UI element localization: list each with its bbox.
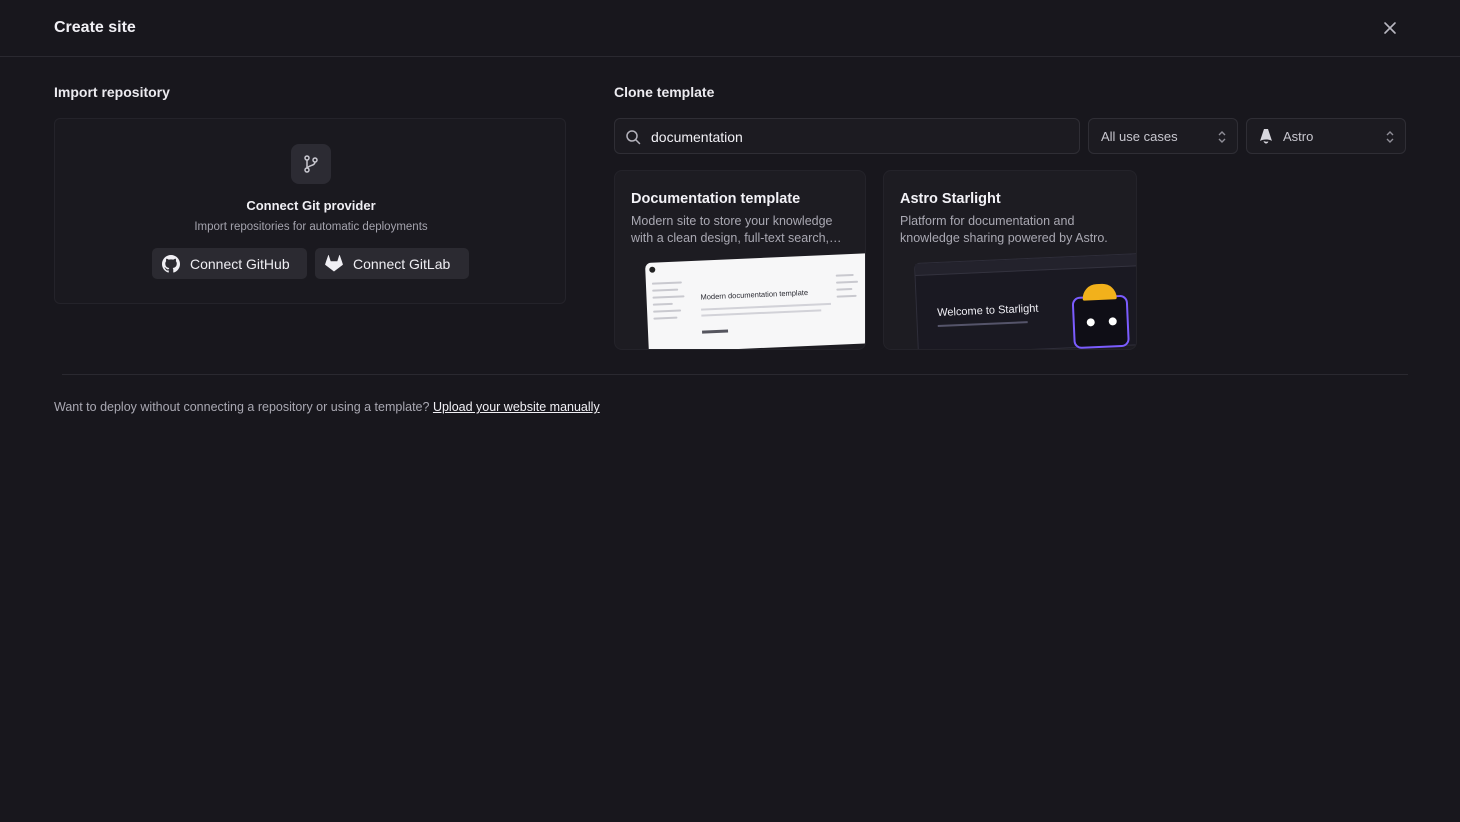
template-preview-image: Modern documentation template — [645, 253, 865, 349]
modal-header: Create site — [0, 0, 1460, 57]
import-section-title: Import repository — [54, 84, 170, 100]
clone-section-title: Clone template — [614, 84, 715, 100]
template-card-title: Astro Starlight — [900, 191, 1001, 207]
use-case-select-value: All use cases — [1101, 129, 1178, 144]
template-card-title: Documentation template — [631, 191, 801, 207]
manual-upload-text: Want to deploy without connecting a repo… — [54, 400, 430, 414]
git-branch-icon — [304, 155, 318, 173]
astro-icon — [1260, 129, 1272, 144]
template-card-description: Platform for documentation and knowledge… — [900, 214, 1108, 245]
connect-gitlab-label: Connect GitLab — [353, 255, 451, 272]
template-preview-image: Welcome to Starlight — [914, 252, 1136, 349]
template-card-documentation[interactable]: Documentation template Modern site to st… — [614, 170, 866, 350]
framework-select[interactable]: Astro — [1246, 118, 1406, 154]
section-divider — [62, 374, 1408, 375]
template-card-astro-starlight[interactable]: Astro Starlight Platform for documentati… — [883, 170, 1137, 350]
framework-select-value: Astro — [1283, 129, 1314, 144]
chevron-up-down-icon — [1386, 131, 1394, 143]
modal-title: Create site — [54, 19, 136, 36]
gitlab-icon — [325, 254, 343, 271]
template-search-box — [614, 118, 1080, 154]
git-branch-icon-box — [291, 144, 331, 184]
template-card-description: Modern site to store your knowledge with… — [631, 214, 842, 245]
chevron-up-down-icon — [1218, 131, 1226, 143]
close-button[interactable] — [1378, 16, 1402, 40]
connect-gitlab-button[interactable]: Connect GitLab — [315, 248, 469, 279]
github-icon — [162, 254, 180, 273]
close-icon — [1384, 22, 1396, 34]
template-preview-heading: Modern documentation template — [700, 287, 809, 302]
manual-upload-prompt: Want to deploy without connecting a repo… — [54, 400, 600, 414]
connect-git-subtitle: Import repositories for automatic deploy… — [194, 221, 428, 233]
use-case-select[interactable]: All use cases — [1088, 118, 1238, 154]
search-icon — [626, 130, 641, 145]
connect-git-heading: Connect Git provider — [246, 198, 376, 213]
connect-github-label: Connect GitHub — [190, 255, 290, 272]
upload-manually-link[interactable]: Upload your website manually — [433, 400, 600, 414]
template-preview-heading: Welcome to Starlight — [936, 302, 1039, 320]
template-search-input[interactable] — [651, 127, 1071, 147]
connect-github-button[interactable]: Connect GitHub — [152, 248, 307, 279]
import-repository-panel: Connect Git provider Import repositories… — [54, 118, 566, 304]
